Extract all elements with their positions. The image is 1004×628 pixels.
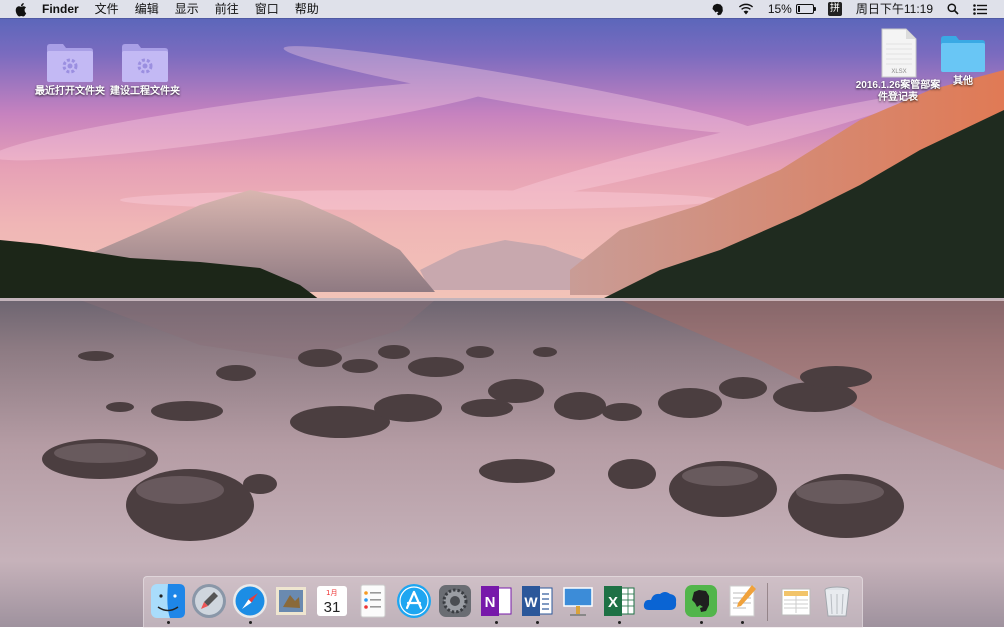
desktop-item-label: 建设工程文件夹: [110, 86, 180, 97]
smart-folder-icon: [47, 44, 93, 82]
trash-icon: [824, 586, 850, 617]
desktop-item-label: 其他: [953, 76, 973, 87]
clock[interactable]: 周日下午11:19: [849, 0, 940, 18]
dock-word[interactable]: W: [519, 583, 555, 619]
input-method-indicator[interactable]: 拼: [821, 2, 849, 16]
system-preferences-icon: [439, 585, 471, 617]
dock-safari[interactable]: [232, 583, 268, 619]
dock-excel[interactable]: X: [601, 583, 637, 619]
smart-folder-icon: [122, 44, 168, 82]
dock-trash[interactable]: [819, 583, 855, 619]
onenote-letter: N: [485, 594, 496, 611]
word-letter: W: [524, 594, 538, 610]
calendar-icon: 1月 31: [317, 586, 347, 616]
menu-view[interactable]: 显示: [167, 0, 207, 18]
menu-window[interactable]: 窗口: [247, 0, 287, 18]
dock: 1月 31 N W X: [143, 576, 863, 628]
dock-onenote[interactable]: N: [478, 583, 514, 619]
running-indicator: [699, 621, 703, 624]
battery-percent: 15%: [767, 2, 792, 16]
running-indicator: [617, 621, 621, 624]
downloads-stack-icon: [781, 588, 811, 616]
folder-icon: [941, 36, 985, 72]
menu-help[interactable]: 帮助: [287, 0, 327, 18]
search-icon[interactable]: [940, 3, 966, 15]
running-indicator: [248, 621, 252, 624]
input-method-label: 拼: [827, 2, 842, 16]
desktop-item-other-folder[interactable]: 其他: [920, 34, 1004, 88]
menu-file[interactable]: 文件: [87, 0, 127, 18]
dock-keynote[interactable]: [560, 583, 596, 619]
app-store-icon: [397, 584, 431, 618]
desktop-item-recent-folders[interactable]: 最近打开文件夹: [27, 42, 113, 98]
dock-evernote[interactable]: [683, 583, 719, 619]
menu-edit[interactable]: 编辑: [127, 0, 167, 18]
notification-center-icon[interactable]: [966, 3, 994, 15]
excel-icon: X: [604, 586, 635, 616]
onedrive-icon: [643, 592, 677, 610]
keynote-icon: [563, 587, 593, 616]
running-indicator: [740, 621, 744, 624]
wifi-icon[interactable]: [731, 3, 761, 15]
dock-finder[interactable]: [150, 583, 186, 619]
mail-icon: [276, 587, 306, 615]
file-type-badge: XLSX: [891, 69, 906, 75]
reminders-icon: [360, 584, 386, 618]
apple-icon[interactable]: [14, 1, 28, 17]
running-indicator: [494, 621, 498, 624]
onenote-icon: N: [481, 586, 512, 616]
safari-icon: [233, 584, 267, 618]
xlsx-file-icon: XLSX: [881, 28, 917, 78]
dock-calendar[interactable]: 1月 31: [314, 583, 350, 619]
running-indicator: [166, 621, 170, 624]
calendar-month: 1月: [326, 589, 337, 597]
dock-reminders[interactable]: [355, 583, 391, 619]
desktop-item-construction-folder[interactable]: 建设工程文件夹: [102, 42, 188, 98]
battery-level: [797, 6, 800, 12]
evernote-icon: [685, 585, 717, 617]
dock-launchpad[interactable]: [191, 583, 227, 619]
word-icon: W: [522, 586, 553, 616]
dock-app-store[interactable]: [396, 583, 432, 619]
app-menu-finder[interactable]: Finder: [38, 0, 87, 18]
desktop-item-label: 最近打开文件夹: [35, 86, 105, 97]
running-indicator: [535, 621, 539, 624]
finder-icon: [151, 584, 185, 618]
dock-downloads[interactable]: [778, 583, 814, 619]
dock-onedrive[interactable]: [642, 583, 678, 619]
calendar-day: 31: [324, 599, 341, 616]
battery-icon[interactable]: 15%: [761, 0, 821, 18]
dock-pages[interactable]: [724, 583, 760, 619]
menu-bar: Finder 文件 编辑 显示 前往 窗口 帮助 15% 拼 周日下午11:19: [0, 0, 1004, 18]
menu-go[interactable]: 前往: [207, 0, 247, 18]
dock-separator: [767, 583, 768, 621]
evernote-status-icon[interactable]: [704, 3, 731, 16]
excel-letter: X: [608, 594, 618, 611]
pages-icon: [729, 585, 756, 617]
dock-system-preferences[interactable]: [437, 583, 473, 619]
dock-mail[interactable]: [273, 583, 309, 619]
launchpad-icon: [192, 584, 226, 618]
